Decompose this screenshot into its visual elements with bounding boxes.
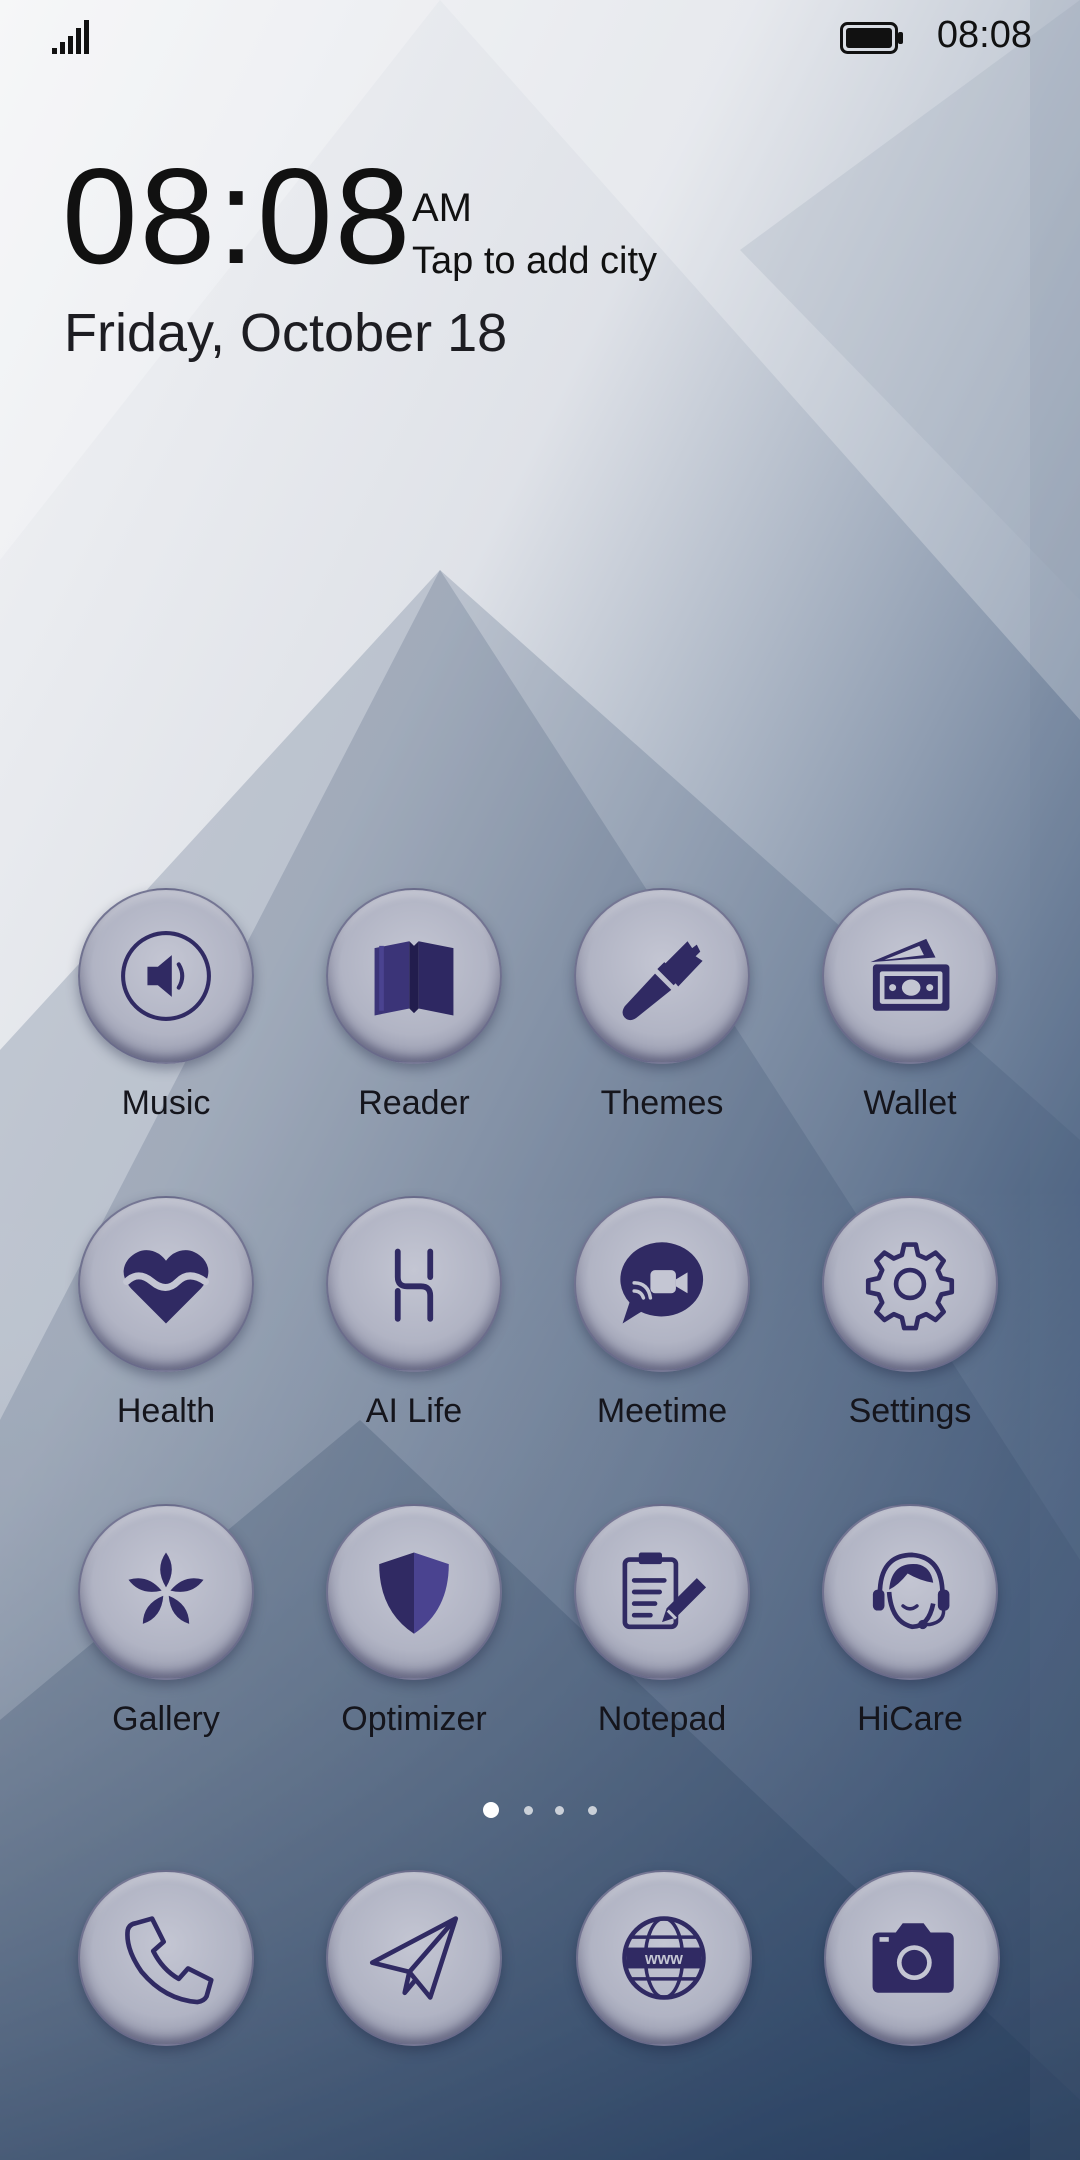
app-label: Meetime — [596, 1392, 728, 1430]
paper-plane-icon — [369, 1916, 459, 2000]
app-label: Gallery — [112, 1700, 220, 1738]
page-indicator[interactable] — [0, 1796, 1080, 1826]
video-chat-icon — [620, 1242, 704, 1324]
dock: www — [0, 1870, 1080, 2070]
app-wallet[interactable]: Wallet — [790, 888, 1030, 1138]
app-ai-life[interactable]: AI Life — [294, 1196, 534, 1446]
app-label: AI Life — [365, 1392, 463, 1430]
dock-messages[interactable] — [326, 1870, 502, 2046]
app-label: HiCare — [857, 1700, 963, 1738]
dock-phone[interactable] — [78, 1870, 254, 2046]
app-reader[interactable]: Reader — [294, 888, 534, 1138]
headset-icon — [872, 1552, 950, 1630]
svg-text:www: www — [644, 1950, 683, 1968]
heart-icon — [123, 1250, 209, 1324]
money-icon — [870, 938, 950, 1011]
page-dot[interactable] — [588, 1806, 597, 1815]
app-label: Music — [121, 1084, 211, 1122]
app-grid: Music Reader Themes Wallet Health AI Lif… — [0, 0, 1080, 1800]
app-meetime[interactable]: Meetime — [542, 1196, 782, 1446]
shield-icon — [379, 1552, 449, 1634]
phone-icon — [125, 1916, 214, 2005]
app-label: Reader — [358, 1084, 470, 1122]
dock-browser[interactable]: www — [576, 1870, 752, 2046]
page-dot-active[interactable] — [483, 1802, 499, 1818]
app-label: Optimizer — [341, 1700, 487, 1738]
ai-life-icon — [394, 1248, 434, 1322]
speaker-icon — [121, 931, 211, 1021]
app-optimizer[interactable]: Optimizer — [294, 1504, 534, 1754]
app-gallery[interactable]: Gallery — [46, 1504, 286, 1754]
app-label: Notepad — [597, 1700, 727, 1738]
camera-icon — [872, 1923, 954, 1993]
app-music[interactable]: Music — [46, 888, 286, 1138]
app-label: Settings — [848, 1392, 972, 1430]
app-hicare[interactable]: HiCare — [790, 1504, 1030, 1754]
page-dot[interactable] — [524, 1806, 533, 1815]
book-icon — [374, 941, 454, 1016]
app-themes[interactable]: Themes — [542, 888, 782, 1138]
page-dot[interactable] — [555, 1806, 564, 1815]
app-label: Health — [116, 1392, 216, 1430]
app-settings[interactable]: Settings — [790, 1196, 1030, 1446]
app-label: Themes — [600, 1084, 724, 1122]
app-label: Wallet — [863, 1084, 957, 1122]
notepad-icon — [622, 1552, 707, 1630]
gear-icon — [865, 1242, 955, 1331]
app-health[interactable]: Health — [46, 1196, 286, 1446]
app-notepad[interactable]: Notepad — [542, 1504, 782, 1754]
brush-icon — [622, 941, 703, 1021]
flower-icon — [128, 1552, 204, 1624]
globe-icon: www — [622, 1916, 706, 2000]
dock-camera[interactable] — [824, 1870, 1000, 2046]
